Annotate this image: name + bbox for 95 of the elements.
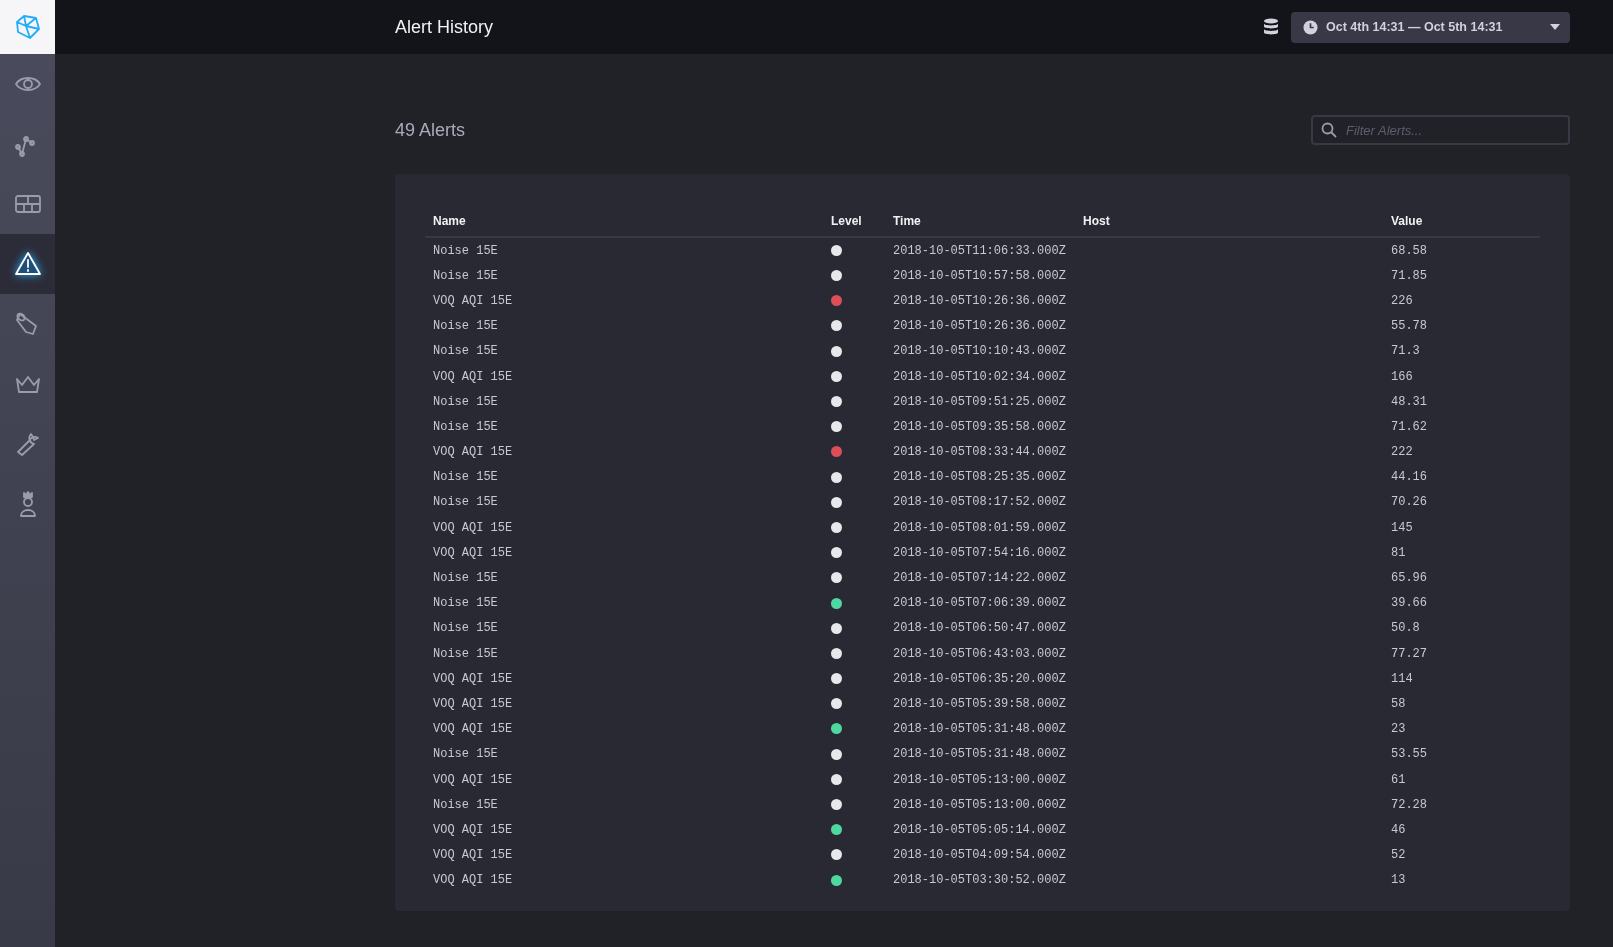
search-icon (1321, 122, 1337, 138)
warning-icon (13, 250, 42, 278)
table-cell-text: 65.96 (1390, 570, 1428, 588)
nav-item[interactable] (0, 234, 55, 294)
table-cell-text: 46 (1390, 821, 1407, 839)
table-cell-text: 44.16 (1390, 469, 1428, 487)
table-cell-text: 50.8 (1390, 620, 1421, 638)
table-cell-text: VOQ AQI 15E (432, 292, 514, 310)
table-cell-text: 39.66 (1390, 595, 1428, 613)
table-cell: 2018-10-05T11:06:33.000Z (885, 237, 1075, 264)
table-cell-text: 2018-10-05T10:57:58.000Z (892, 267, 1067, 285)
time-range-dropdown[interactable]: Oct 4th 14:31 — Oct 5th 14:31 (1291, 11, 1570, 43)
table-cell-text: VOQ AQI 15E (432, 872, 514, 890)
table-cell-text: Noise 15E (432, 796, 499, 814)
table-cell-text: VOQ AQI 15E (432, 544, 514, 562)
table-cell-text: 58 (1390, 695, 1407, 713)
table-cell-text: Noise 15E (432, 318, 499, 336)
column-header: Value (1383, 206, 1540, 237)
logo-icon (14, 14, 41, 40)
table-cell-text: 2018-10-05T08:01:59.000Z (892, 519, 1067, 537)
table-cell-text: 2018-10-05T05:31:48.000Z (892, 721, 1067, 739)
table-cell-text: Noise 15E (432, 620, 499, 638)
table-cell-text: 2018-10-05T07:14:22.000Z (892, 570, 1067, 588)
table-cell: Noise 15E (425, 237, 823, 264)
table-cell-text: 71.85 (1390, 267, 1428, 285)
table-cell-text: 2018-10-05T07:54:16.000Z (892, 544, 1067, 562)
table-cell-text: 2018-10-05T04:09:54.000Z (892, 847, 1067, 865)
table-cell-text: Noise 15E (432, 418, 499, 436)
table-cell-text: 81 (1390, 544, 1407, 562)
database-icon[interactable] (1263, 18, 1279, 36)
table-cell-text: 114 (1390, 670, 1414, 688)
table-cell-text: 145 (1390, 519, 1414, 537)
table-cell: 68.58 (1383, 237, 1540, 264)
table-cell-text: 2018-10-05T10:02:34.000Z (892, 368, 1067, 386)
table-cell-text: 2018-10-05T08:17:52.000Z (892, 494, 1067, 512)
table-cell-text: 55.78 (1390, 318, 1428, 336)
table-cell-text: 2018-10-05T09:35:58.000Z (892, 418, 1067, 436)
page-title: Alert History (395, 16, 493, 38)
table-cell-text: VOQ AQI 15E (432, 847, 514, 865)
table-cell-text: 77.27 (1390, 645, 1428, 663)
table-cell-text: VOQ AQI 15E (432, 444, 514, 462)
table-cell-text: VOQ AQI 15E (432, 821, 514, 839)
table-cell-text: 226 (1390, 292, 1414, 310)
table-cell-text: 2018-10-05T10:26:36.000Z (892, 318, 1067, 336)
alert-count: 49 Alerts (395, 119, 466, 141)
table-cell-text: 53.55 (1390, 746, 1428, 764)
table-cell-text: 222 (1390, 444, 1414, 462)
filter-field[interactable]: Filter Alerts... (1311, 115, 1570, 145)
table-cell-text: 48.31 (1390, 393, 1428, 411)
clock-icon (1303, 19, 1318, 35)
column-header: Time (885, 206, 1075, 237)
table-cell-text: 72.28 (1390, 796, 1428, 814)
column-header: Name (425, 206, 823, 237)
table-cell-text: Noise 15E (432, 494, 499, 512)
table-cell-text: 2018-10-05T08:33:44.000Z (892, 444, 1067, 462)
table-cell-text: 2018-10-05T10:10:43.000Z (892, 343, 1067, 361)
table-cell-text: 2018-10-05T09:51:25.000Z (892, 393, 1067, 411)
table-cell-text: 13 (1390, 872, 1407, 890)
table-cell-text: 2018-10-05T06:35:20.000Z (892, 670, 1067, 688)
table-cell-text: 2018-10-05T08:25:35.000Z (892, 469, 1067, 487)
table-cell-text: VOQ AQI 15E (432, 771, 514, 789)
table-cell-text: 2018-10-05T05:39:58.000Z (892, 695, 1067, 713)
table-cell-text: 71.62 (1390, 418, 1428, 436)
table-cell-text: 2018-10-05T10:26:36.000Z (892, 292, 1067, 310)
table-cell-text: Noise 15E (432, 570, 499, 588)
table-cell-text: Noise 15E (432, 267, 499, 285)
table-cell-text: Noise 15E (432, 746, 499, 764)
table-cell-text: Noise 15E (432, 469, 499, 487)
table-cell-text: VOQ AQI 15E (432, 670, 514, 688)
table-cell-text: 2018-10-05T03:30:52.000Z (892, 872, 1067, 890)
table-cell-text: 2018-10-05T06:43:03.000Z (892, 645, 1067, 663)
table-cell-text: 71.3 (1390, 343, 1421, 361)
table-cell-text: VOQ AQI 15E (432, 695, 514, 713)
table-cell-text: 2018-10-05T06:50:47.000Z (892, 620, 1067, 638)
table-cell-text: 70.26 (1390, 494, 1428, 512)
table-cell-text: 166 (1390, 368, 1414, 386)
table-cell-text: 2018-10-05T05:13:00.000Z (892, 796, 1067, 814)
table-cell-text: Noise 15E (432, 645, 499, 663)
table-cell-text: 2018-10-05T07:06:39.000Z (892, 595, 1067, 613)
table-cell-text: VOQ AQI 15E (432, 368, 514, 386)
table-cell-text: 52 (1390, 847, 1407, 865)
column-header: Host (1075, 206, 1383, 237)
table-cell-text: VOQ AQI 15E (432, 519, 514, 537)
table-cell-text: Noise 15E (432, 595, 499, 613)
table-cell-text: Noise 15E (432, 393, 499, 411)
logo-tile[interactable] (0, 0, 55, 54)
caret-icon (1550, 24, 1560, 30)
column-header: Level (823, 206, 885, 237)
table-cell-text: 23 (1390, 721, 1407, 739)
table-cell-text: Noise 15E (432, 343, 499, 361)
table-cell-text: VOQ AQI 15E (432, 721, 514, 739)
table-cell-text: 61 (1390, 771, 1407, 789)
table-cell-text: 2018-10-05T05:05:14.000Z (892, 821, 1067, 839)
table-cell-text: 2018-10-05T05:31:48.000Z (892, 746, 1067, 764)
table-cell-text: 2018-10-05T05:13:00.000Z (892, 771, 1067, 789)
